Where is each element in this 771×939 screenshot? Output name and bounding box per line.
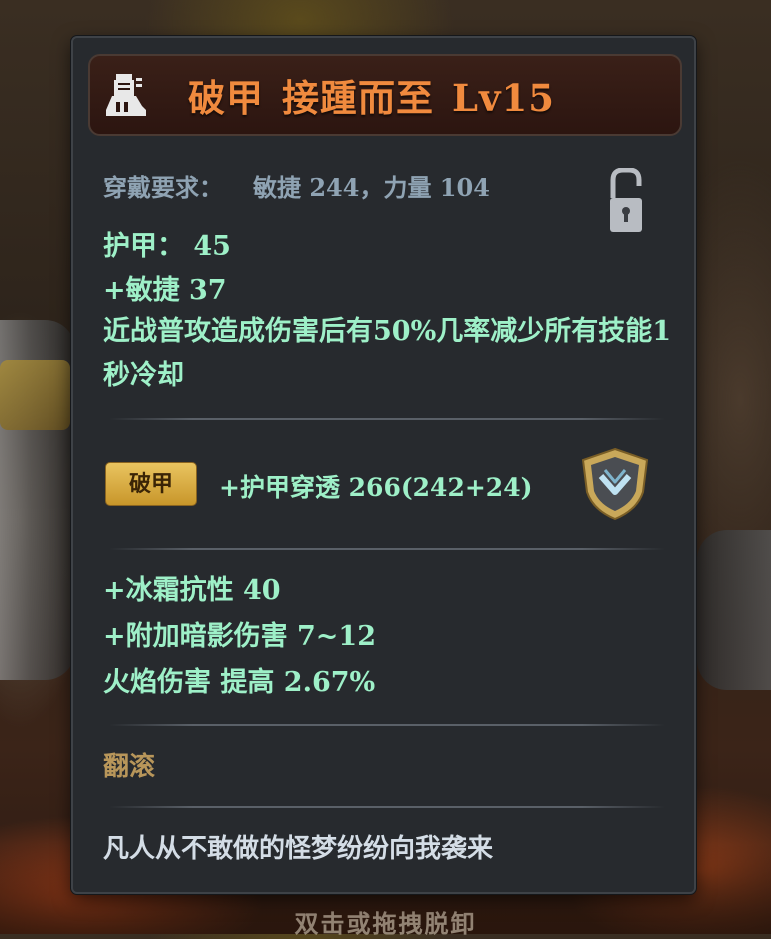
armor-value: 护甲： 45 <box>103 231 231 262</box>
background-character-left <box>0 320 75 680</box>
divider-4 <box>109 806 665 808</box>
requirement-value: 敏捷 244，力量 104 <box>253 173 490 202</box>
item-type: 破甲 <box>188 76 264 120</box>
lock-open-icon[interactable] <box>609 168 643 234</box>
divider-3 <box>109 724 665 726</box>
enchant-line: +冰霜抗性 40 <box>103 575 281 606</box>
special-effect: 近战普攻造成伤害后有50%几率减少所有技能1秒冷却 <box>103 316 672 391</box>
divider-1 <box>109 418 665 420</box>
enchant-line: 火焰伤害 提高 2.67% <box>103 667 376 698</box>
item-title-bar: 破甲 接踵而至 Lv15 <box>88 54 682 136</box>
armor-penetration: +护甲穿透 266(242+24) <box>219 473 533 502</box>
enchant-line: +附加暗影伤害 7~12 <box>103 621 377 652</box>
armor-boots-icon <box>106 74 146 116</box>
armor-break-badge[interactable]: 破甲 <box>105 462 197 506</box>
shield-emblem-icon <box>581 447 649 521</box>
item-title: 破甲 接踵而至 Lv15 <box>188 68 573 122</box>
item-level: Lv15 <box>452 76 556 120</box>
item-tooltip: 破甲 接踵而至 Lv15 穿戴要求： 敏捷 244，力量 104 护甲： 45 +敏捷… <box>71 36 696 894</box>
item-name: 接踵而至 <box>282 76 434 120</box>
divider-2 <box>109 548 665 550</box>
agility-bonus: +敏捷 37 <box>103 275 227 306</box>
skill-name: 翻滚 <box>103 752 156 782</box>
requirement-label: 穿戴要求： <box>103 173 223 202</box>
flavor-text: 凡人从不敢做的怪梦纷纷向我袭来 <box>103 834 494 864</box>
wear-requirement: 穿戴要求： 敏捷 244，力量 104 <box>103 168 490 203</box>
background-helmet <box>0 360 70 430</box>
background-character-right <box>697 530 771 690</box>
